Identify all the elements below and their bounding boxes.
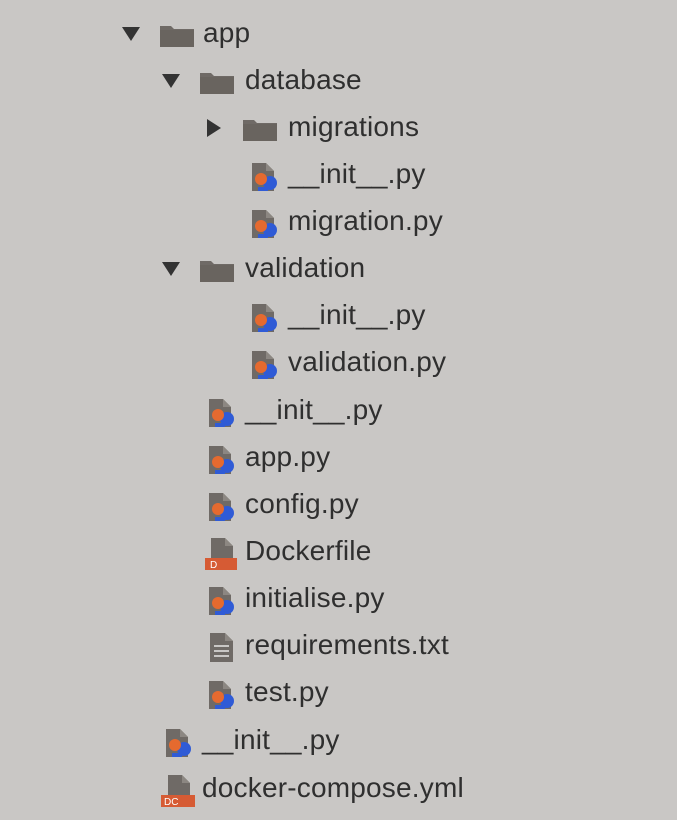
python-file-icon <box>203 581 241 619</box>
tree-item-label: test.py <box>245 676 329 707</box>
dockerfile-icon: D <box>203 534 241 572</box>
tree-item-file[interactable]: __init__.py <box>203 387 403 433</box>
python-file-icon <box>246 345 284 383</box>
project-tree: app database migrations __init__.py migr… <box>0 0 677 820</box>
tree-item-file[interactable]: config.py <box>203 481 423 527</box>
tree-item-file[interactable]: migration.py <box>246 198 486 244</box>
chevron-right-icon[interactable] <box>203 117 225 139</box>
tree-item-label: config.py <box>245 488 359 519</box>
dockerfile-badge: D <box>210 560 217 571</box>
tree-item-database[interactable]: database <box>150 57 390 103</box>
docker-compose-icon: DC <box>160 771 198 809</box>
tree-item-file[interactable]: test.py <box>203 669 403 715</box>
tree-item-file[interactable]: __init__.py <box>160 717 380 763</box>
python-file-icon <box>203 440 241 478</box>
tree-item-label: migrations <box>288 111 420 142</box>
python-file-icon <box>246 204 284 242</box>
chevron-down-icon[interactable] <box>160 70 182 92</box>
folder-icon <box>241 110 279 148</box>
tree-item-label: __init__.py <box>288 299 426 330</box>
tree-item-file[interactable]: validation.py <box>246 339 486 385</box>
tree-item-label: app.py <box>245 441 331 472</box>
chevron-down-icon[interactable] <box>160 258 182 280</box>
tree-item-file[interactable]: requirements.txt <box>203 622 503 668</box>
tree-item-file[interactable]: __init__.py <box>246 151 446 197</box>
folder-icon <box>198 63 236 101</box>
text-file-icon <box>203 628 241 666</box>
tree-item-label: migration.py <box>288 205 443 236</box>
tree-item-migrations[interactable]: migrations <box>193 104 453 150</box>
tree-item-label: __init__.py <box>202 724 340 755</box>
tree-item-label: __init__.py <box>245 394 383 425</box>
folder-icon <box>158 16 196 54</box>
tree-item-label: __init__.py <box>288 158 426 189</box>
tree-item-file[interactable]: D Dockerfile <box>203 528 423 574</box>
tree-item-app[interactable]: app <box>110 10 280 56</box>
python-file-icon <box>203 675 241 713</box>
tree-item-label: app <box>203 17 251 48</box>
python-file-icon <box>246 298 284 336</box>
tree-item-label: docker-compose.yml <box>202 772 464 803</box>
tree-item-label: validation <box>245 252 366 283</box>
tree-item-label: requirements.txt <box>245 629 449 660</box>
tree-item-file[interactable]: __init__.py <box>246 292 446 338</box>
chevron-down-icon[interactable] <box>120 23 142 45</box>
folder-icon <box>198 251 236 289</box>
tree-item-label: validation.py <box>288 346 447 377</box>
python-file-icon <box>160 723 198 761</box>
python-file-icon <box>203 393 241 431</box>
tree-item-file[interactable]: initialise.py <box>203 575 443 621</box>
tree-item-validation[interactable]: validation <box>150 245 390 291</box>
python-file-icon <box>246 157 284 195</box>
tree-item-file[interactable]: app.py <box>203 434 403 480</box>
tree-item-label: Dockerfile <box>245 535 372 566</box>
tree-item-label: database <box>245 64 362 95</box>
tree-item-label: initialise.py <box>245 582 385 613</box>
docker-compose-badge: DC <box>164 797 178 808</box>
python-file-icon <box>203 487 241 525</box>
tree-item-file[interactable]: DC docker-compose.yml <box>160 765 520 811</box>
